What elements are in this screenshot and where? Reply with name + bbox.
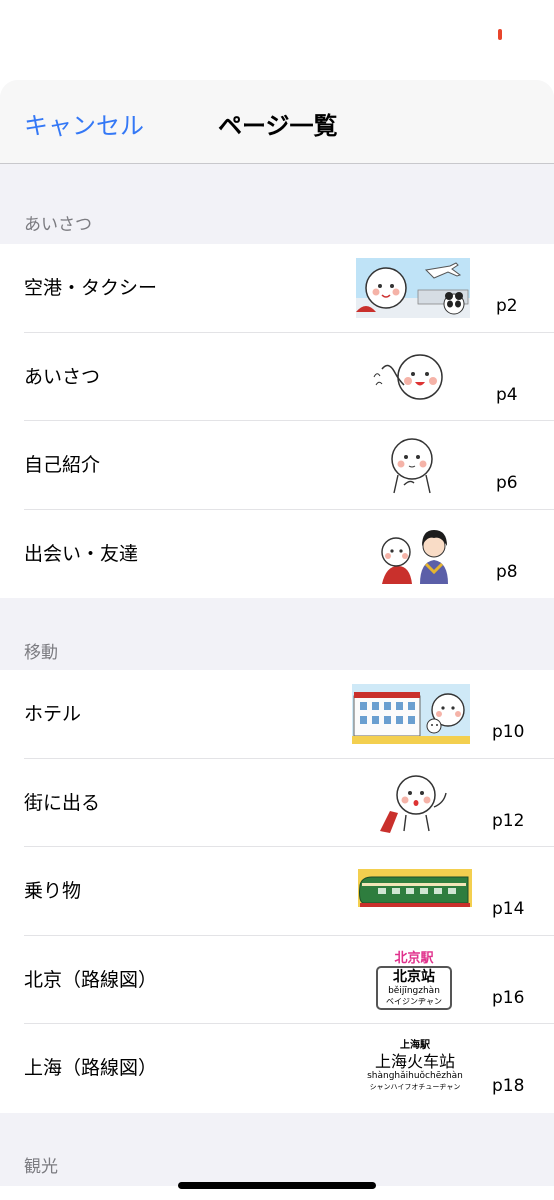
list-item[interactable]: ホテル p10 (0, 670, 554, 759)
thinking-character-icon (391, 438, 433, 494)
walking-character-icon (380, 774, 447, 833)
list-item-label: あいさつ (24, 365, 101, 388)
sign-pinyin-text: shànghǎihuǒchēzhàn (367, 1071, 463, 1081)
green-train-icon (358, 869, 472, 907)
section-header-greetings: あいさつ (24, 215, 92, 235)
hotel-thumbnail-icon (352, 684, 470, 744)
list-item-label: 自己紹介 (24, 454, 101, 476)
battery-indicator (498, 29, 502, 40)
section-group-greetings: 空港・タクシー p2 あいさつ p4 自己紹介 p6 出会い・友達 p8 (0, 244, 554, 598)
page-number: p14 (492, 899, 525, 919)
list-item[interactable]: あいさつ p4 (0, 333, 554, 422)
list-item-label: ホテル (24, 703, 82, 725)
sign-main-text: 北京站 (393, 968, 435, 985)
sign-pinyin-text: běijīngzhàn (388, 985, 440, 996)
page-list-sheet: キャンセル ページ一覧 あいさつ 空港・タクシー p2 あいさつ p4 自己紹介… (0, 80, 554, 1200)
page-number: p12 (492, 810, 525, 831)
page-number: p4 (496, 384, 518, 405)
meeting-friend-icon (381, 529, 448, 584)
list-item-label: 北京（路線図） (24, 968, 158, 991)
sign-kana-text: シャンハイフオチューヂャン (369, 1083, 461, 1091)
list-item[interactable]: 自己紹介 p6 (0, 421, 554, 510)
page-number: p2 (496, 296, 518, 316)
section-group-transport: ホテル p10 街に出る p12 乗り物 p14 北京（路線図） 北京駅 北京站… (0, 670, 554, 1113)
page-title: ページ一覧 (218, 112, 338, 140)
page-number: p6 (496, 473, 518, 493)
page-number: p8 (496, 561, 518, 582)
airport-thumbnail-icon (356, 258, 470, 318)
waving-character-icon (373, 353, 443, 400)
page-number: p10 (492, 722, 525, 742)
sign-main-text: 上海火车站 (374, 1052, 455, 1071)
list-item-label: 出会い・友達 (24, 542, 139, 565)
status-bar (0, 0, 554, 80)
navigation-bar: キャンセル ページ一覧 (0, 80, 554, 164)
list-item[interactable]: 乗り物 p14 (0, 847, 554, 936)
section-header-transport: 移動 (24, 643, 58, 663)
sign-top-text: 上海駅 (400, 1040, 430, 1051)
list-item[interactable]: 上海（路線図） 上海駅 上海火车站 shànghǎihuǒchēzhàn シャン… (0, 1024, 554, 1113)
sign-top-text: 北京駅 (394, 950, 434, 966)
list-item[interactable]: 出会い・友達 p8 (0, 510, 554, 599)
shanghai-station-sign-icon: 上海駅 上海火车站 shànghǎihuǒchēzhàn シャンハイフオチューヂ… (360, 1040, 470, 1100)
list-item-label: 空港・タクシー (24, 277, 158, 299)
list-item-label: 街に出る (24, 791, 101, 814)
page-number: p18 (492, 1076, 525, 1096)
list-item[interactable]: 北京（路線図） 北京駅 北京站 běijīngzhàn ベイジンヂャン p16 (0, 936, 554, 1025)
home-indicator[interactable] (178, 1182, 376, 1189)
list-item[interactable]: 街に出る p12 (0, 759, 554, 848)
list-item-label: 上海（路線図） (24, 1057, 158, 1079)
section-header-sightseeing: 観光 (24, 1157, 58, 1177)
cancel-button[interactable]: キャンセル (24, 106, 144, 141)
sign-kana-text: ベイジンヂャン (386, 996, 442, 1006)
beijing-station-sign-icon: 北京駅 北京站 běijīngzhàn ベイジンヂャン (376, 950, 452, 1012)
page-number: p16 (492, 987, 525, 1008)
list-item[interactable]: 空港・タクシー p2 (0, 244, 554, 333)
list-item-label: 乗り物 (24, 880, 82, 902)
